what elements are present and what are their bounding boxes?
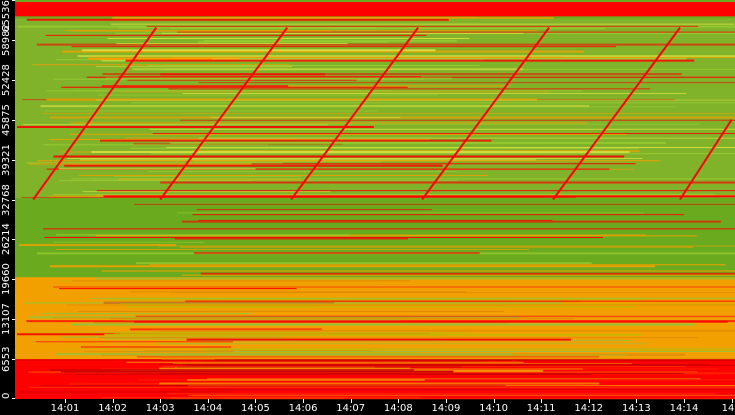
y-tick-mark — [12, 398, 15, 399]
y-tick-label: 52428 — [1, 63, 12, 96]
y-tick-mark — [12, 199, 15, 201]
x-tick-label: 14:08 — [383, 403, 413, 414]
x-tick-mark — [636, 399, 638, 403]
y-tick-label: 32768 — [1, 183, 12, 216]
y-tick-label: 65536 — [1, 0, 12, 32]
x-tick-mark — [731, 399, 733, 403]
y-tick-label: 6553 — [1, 346, 12, 372]
x-tick-label: 14:01 — [50, 403, 80, 414]
x-tick-mark — [350, 399, 352, 403]
y-tick-mark — [12, 79, 15, 81]
y-tick-mark — [12, 279, 15, 281]
x-tick-mark — [445, 399, 447, 403]
x-tick-mark — [207, 399, 209, 403]
y-tick-mark — [12, 359, 15, 361]
x-tick-mark — [112, 399, 114, 403]
y-tick-label: 19660 — [1, 263, 12, 296]
x-tick-label: 14:09 — [431, 403, 461, 414]
x-tick-label: 14:03 — [145, 403, 175, 414]
y-tick-mark — [12, 159, 15, 161]
x-tick-label: 14:11 — [526, 403, 556, 414]
x-tick-label: 14:10 — [479, 403, 508, 414]
y-tick-label: 45875 — [1, 103, 12, 136]
x-tick-mark — [160, 399, 162, 403]
y-tick-label: 0 — [1, 392, 12, 399]
y-tick-mark — [12, 319, 15, 321]
x-tick-mark — [541, 399, 543, 403]
x-tick-mark — [588, 399, 590, 403]
x-tick-label: 14:05 — [241, 403, 270, 414]
y-tick-mark — [12, 239, 15, 241]
y-tick-mark — [12, 0, 15, 1]
x-tick-label: 14:12 — [574, 403, 604, 414]
x-tick-label: 14:13 — [621, 403, 651, 414]
x-tick-mark — [303, 399, 305, 403]
heatmap-plot — [15, 0, 735, 400]
x-tick-label: 14:07 — [336, 403, 366, 414]
x-tick-label: 14:02 — [98, 403, 128, 414]
x-tick-mark — [398, 399, 400, 403]
y-tick-label: 39321 — [1, 143, 12, 176]
x-tick-label: 14:04 — [193, 403, 223, 414]
heatmap-chart: 0 6553 13107 19660 26214 32768 39321 45875 52428… — [0, 0, 735, 415]
x-tick-mark — [255, 399, 257, 403]
band-high — [15, 2, 735, 17]
x-tick-label: 14 — [721, 403, 735, 414]
x-tick-mark — [684, 399, 685, 403]
x-tick-label: 14:14 — [669, 403, 699, 414]
y-tick-label: 26214 — [1, 223, 12, 256]
y-tick-label: 13107 — [1, 303, 12, 336]
x-tick-label: 14:06 — [288, 403, 318, 414]
y-tick-mark — [12, 39, 15, 41]
y-tick-mark — [12, 119, 15, 121]
x-tick-mark — [65, 399, 66, 403]
x-tick-mark — [493, 399, 495, 403]
